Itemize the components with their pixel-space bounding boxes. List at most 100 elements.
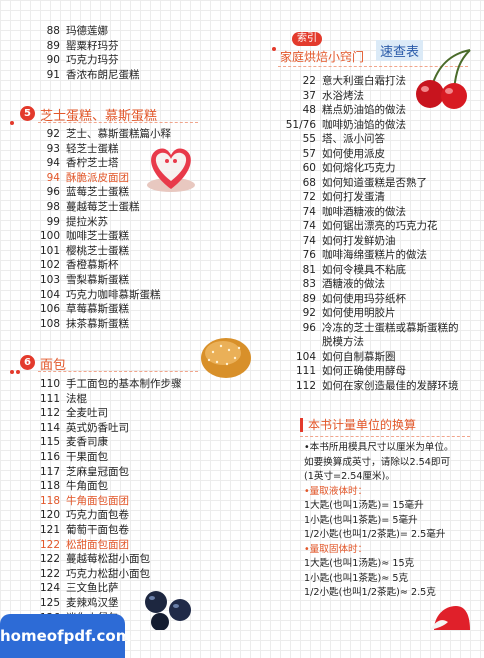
index-entry: 112 全麦吐司 — [20, 406, 108, 420]
index-entry: 99 提拉米苏 — [20, 215, 108, 229]
page-number: 112 — [295, 379, 316, 392]
index-entry: 83 酒糖液的做法 — [266, 277, 385, 291]
page-number: 118 — [39, 494, 60, 507]
index-entry: 37 水浴烤法 — [266, 89, 364, 103]
page-number: 74 — [302, 234, 316, 247]
index-entry: 96 冷冻的芝士蛋糕或慕斯蛋糕的 — [266, 321, 459, 335]
entry-title: 如何自制慕斯圈 — [322, 350, 396, 363]
page-number: 106 — [39, 303, 60, 316]
page-number: 98 — [46, 201, 60, 213]
entry-title: 如何正确使用酵母 — [322, 365, 406, 377]
entry-title: 糕点奶油馅的做法 — [322, 104, 406, 116]
index-entry: 116 干果面包 — [20, 450, 108, 464]
page-number: 102 — [39, 259, 60, 272]
index-entry: 96 蓝莓芝士蛋糕 — [20, 185, 129, 199]
entry-title: 罂粟籽玛芬 — [66, 39, 119, 52]
entry-title: 芝麻皇冠面包 — [66, 465, 129, 478]
page-number: 116 — [39, 451, 60, 463]
index-entry: 124 三文鱼比萨 — [20, 581, 119, 595]
index-entry: 115 麦香司康 — [20, 435, 108, 449]
entry-title: 如何锯出漂亮的巧克力花 — [322, 220, 438, 232]
entry-title: 手工面包的基本制作步骤 — [66, 378, 182, 390]
index-entry: 55 塔、派小问答 — [266, 132, 385, 146]
page-number: 104 — [39, 288, 60, 301]
index-entry: 106 草莓慕斯蛋糕 — [20, 302, 129, 316]
index-entry: 112 如何在家创造最佳的发酵环境 — [266, 379, 459, 393]
entry-title: 冷冻的芝士蛋糕或慕斯蛋糕的 — [322, 321, 459, 334]
entry-title: 巧克力松甜小面包 — [66, 567, 150, 580]
entry-title: 塔、派小问答 — [322, 133, 385, 145]
index-entry: 102 香橙慕斯杯 — [20, 258, 119, 272]
index-entry: 122 巧克力松甜小面包 — [20, 567, 150, 581]
units-subheading: •量取固体时： — [304, 543, 368, 555]
page-number: 91 — [46, 68, 60, 81]
page-number: 115 — [39, 436, 60, 449]
entry-title: 芝士、慕斯蛋糕篇小释 — [66, 128, 171, 140]
entry-title: 法棍 — [66, 392, 87, 405]
entry-title: 脱模方法 — [322, 336, 364, 348]
index-title: 家庭烘焙小窍门 — [280, 50, 365, 64]
section-number-badge: 6 — [20, 355, 35, 370]
entry-title: 巧克力面包卷 — [66, 509, 129, 522]
index-entry: 60 如何熔化巧克力 — [266, 161, 396, 175]
index-entry: 122 松甜面包面团 — [20, 538, 129, 552]
page-number: 92 — [302, 307, 316, 319]
entry-title: 巧克力咖啡慕斯蛋糕 — [66, 288, 161, 301]
entry-title: 蓝莓芝士蛋糕 — [66, 186, 129, 199]
page-number: 37 — [302, 89, 316, 102]
page-number: 120 — [39, 509, 60, 522]
entry-title: 牛角面包 — [66, 480, 108, 493]
entry-title: 轻芝士蛋糕 — [66, 142, 119, 155]
index-entry: 57 如何使用派皮 — [266, 147, 385, 161]
index-entry: 110 手工面包的基本制作步骤 — [20, 377, 182, 391]
units-title: 本书计量单位的换算 — [308, 418, 417, 432]
entry-title: 英式奶香吐司 — [66, 421, 129, 434]
decorative-dots — [10, 110, 16, 129]
cherries-image — [416, 49, 471, 109]
page-number: 88 — [46, 25, 60, 37]
page-number: 101 — [39, 244, 60, 257]
page-number: 90 — [46, 54, 60, 67]
entry-title: 蔓越莓芝士蛋糕 — [66, 201, 140, 213]
page-number: 51/76 — [285, 118, 316, 131]
index-entry: 103 雪梨慕斯蛋糕 — [20, 273, 129, 287]
entry-title: 玛德莲娜 — [66, 25, 108, 37]
page-number: 74 — [302, 205, 316, 218]
bread-roll-image — [201, 338, 251, 378]
index-entry: 101 樱桃芝士蛋糕 — [20, 244, 129, 258]
index-entry: 114 英式奶香吐司 — [20, 421, 129, 435]
index-entry: 121 葡萄干面包卷 — [20, 523, 129, 537]
page-number: 94 — [46, 157, 60, 170]
units-line: 1大匙(也叫1汤匙)≈ 15克 — [304, 558, 415, 569]
page-number: 122 — [39, 567, 60, 580]
units-line: •本书所用模具尺寸以厘米为单位。 — [304, 442, 454, 453]
index-entry: 118 牛角面包面团 — [20, 494, 129, 508]
entry-title: 麦辣鸡汉堡 — [66, 597, 119, 609]
section-divider — [38, 371, 198, 372]
page-number: 100 — [39, 230, 60, 243]
page-number: 104 — [295, 350, 316, 363]
index-entry: 120 巧克力面包卷 — [20, 508, 129, 522]
entry-title: 香橙慕斯杯 — [66, 259, 119, 272]
index-entry: 94 香柠芝士塔 — [20, 156, 119, 170]
entry-title: 咖啡芝士蛋糕 — [66, 230, 129, 243]
index-entry: 74 如何锯出漂亮的巧克力花 — [266, 219, 438, 233]
blueberries-image — [145, 591, 191, 630]
entry-title: 草莓慕斯蛋糕 — [66, 303, 129, 316]
index-entry: 22 意大利蛋白霜打法 — [266, 74, 406, 88]
entry-title: 如何熔化巧克力 — [322, 162, 396, 174]
page-number: 89 — [46, 39, 60, 52]
entry-title: 樱桃芝士蛋糕 — [66, 244, 129, 257]
index-entry: 81 如何令模具不粘底 — [266, 263, 406, 277]
index-entry: 92 芝士、慕斯蛋糕篇小释 — [20, 127, 171, 141]
entry-title: 如何使用派皮 — [322, 147, 385, 160]
index-entry: 104 巧克力咖啡慕斯蛋糕 — [20, 288, 161, 302]
page-number: 48 — [302, 104, 316, 116]
page-number: 117 — [39, 465, 60, 478]
section-divider — [38, 122, 198, 123]
entry-title: 如何使用玛芬纸杯 — [322, 292, 406, 305]
units-subheading: •量取液体时： — [304, 485, 368, 497]
index-entry: 98 蔓越莓芝士蛋糕 — [20, 200, 140, 214]
index-entry: 92 如何使用明胶片 — [266, 306, 396, 320]
page-number: 22 — [302, 75, 316, 87]
